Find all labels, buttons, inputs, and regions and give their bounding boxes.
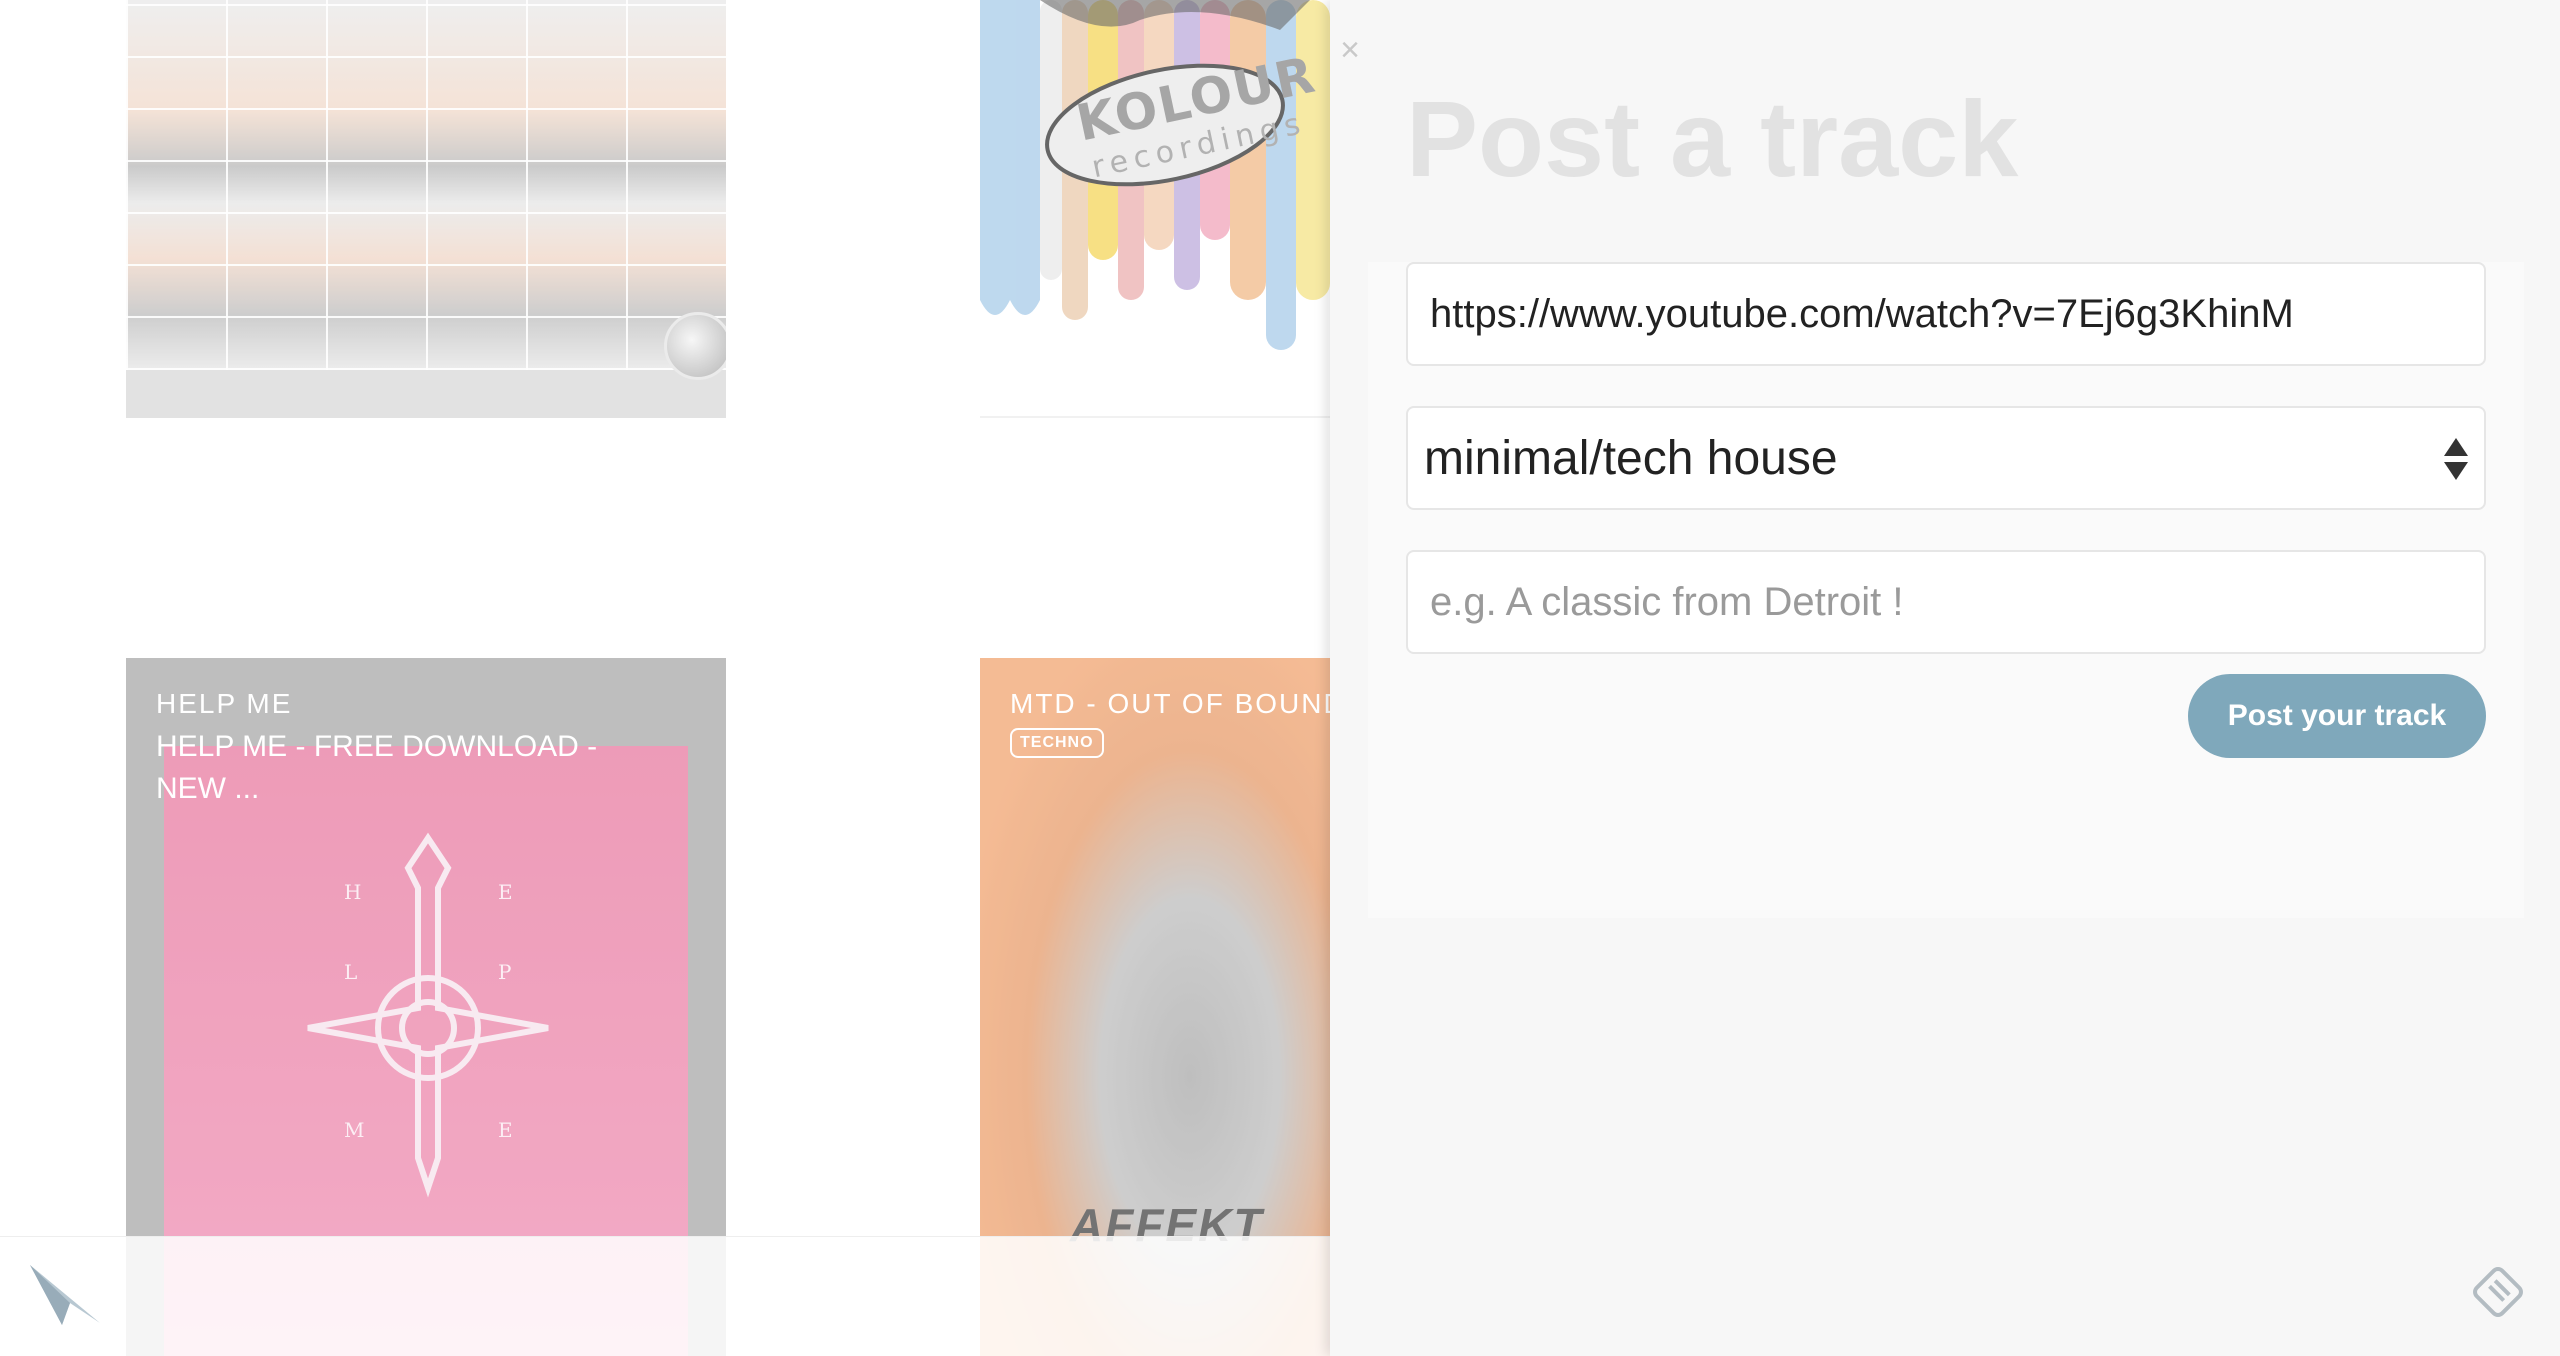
player-bar — [0, 1236, 1330, 1356]
genre-select[interactable]: minimal/tech house — [1406, 406, 2486, 510]
track-url-input[interactable]: https://www.youtube.com/watch?v=7Ej6g3Kh… — [1406, 262, 2486, 366]
close-button[interactable]: × — [1330, 30, 1370, 70]
track-note-placeholder: e.g. A classic from Detroit ! — [1430, 579, 1904, 624]
page: 4 KOLOUR recordings — [0, 0, 2560, 1356]
select-arrows-icon — [2444, 438, 2470, 484]
genre-selected-value: minimal/tech house — [1424, 431, 1838, 485]
background-overlay — [0, 0, 1330, 1356]
post-track-button[interactable]: Post your track — [2188, 674, 2486, 758]
paper-plane-icon[interactable] — [28, 1261, 104, 1327]
track-note-input[interactable]: e.g. A classic from Detroit ! — [1406, 550, 2486, 654]
track-url-value: https://www.youtube.com/watch?v=7Ej6g3Kh… — [1430, 291, 2294, 336]
panel-title: Post a track — [1406, 78, 2019, 199]
feed-icon[interactable] — [2470, 1264, 2526, 1320]
